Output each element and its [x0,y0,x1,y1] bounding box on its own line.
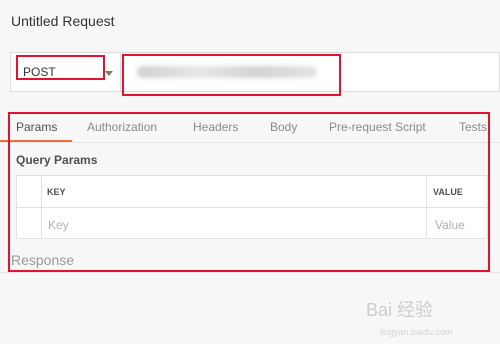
watermark-url: jingyan.baidu.com [380,327,453,337]
key-input[interactable]: Key [48,218,69,232]
tab-params[interactable]: Params [16,120,57,134]
tab-tests[interactable]: Tests [459,120,487,134]
url-value-blurred [137,66,317,78]
response-title: Response [11,252,75,268]
key-column-header: KEY [47,187,66,197]
watermark: Bai 经验 jingyan.baidu.com [366,301,486,337]
params-table: KEY VALUE Key Value [16,175,488,239]
tab-headers[interactable]: Headers [193,120,238,134]
tab-authorization[interactable]: Authorization [87,120,157,134]
request-header: Untitled Request [0,0,500,45]
watermark-text: Bai 经验 [366,300,434,320]
method-label: POST [23,65,56,79]
tab-pre-request-script[interactable]: Pre-request Script [329,120,426,134]
query-params-title: Query Params [16,153,98,167]
value-input[interactable]: Value [435,218,465,232]
page-title: Untitled Request [11,13,115,29]
tab-body[interactable]: Body [270,120,297,134]
tabs-divider [0,142,500,143]
table-row-divider [17,207,487,208]
chevron-down-icon [105,71,113,76]
url-input[interactable] [120,52,500,92]
method-select[interactable]: POST [10,52,120,92]
request-tabs: Params Authorization Headers Body Pre-re… [0,112,500,142]
value-column-header: VALUE [433,187,463,197]
